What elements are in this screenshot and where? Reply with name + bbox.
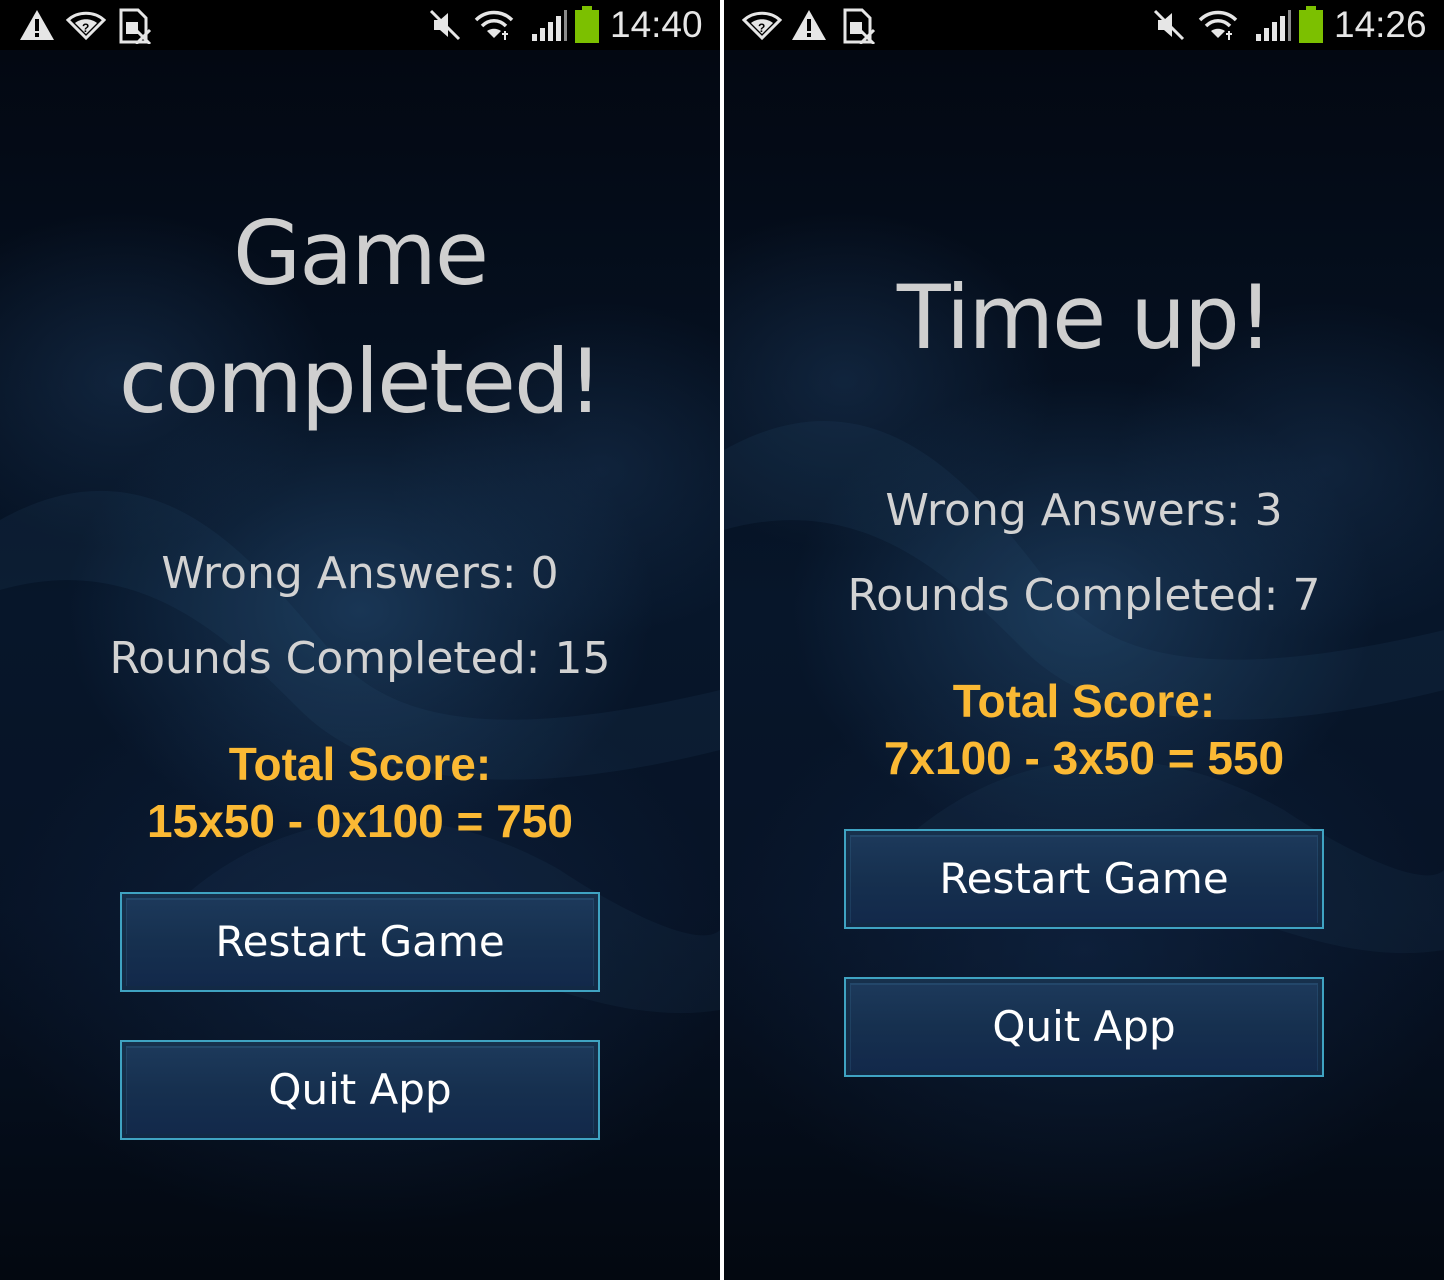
quit-app-button[interactable]: Quit App xyxy=(120,1040,600,1140)
signal-icon xyxy=(1256,10,1291,41)
status-bar: ? xyxy=(0,0,720,50)
battery-icon xyxy=(575,6,599,43)
quit-app-button[interactable]: Quit App xyxy=(844,977,1324,1077)
total-score-formula: 7x100 - 3x50 = 550 xyxy=(883,732,1285,784)
restart-game-button[interactable]: Restart Game xyxy=(844,829,1324,929)
warning-icon xyxy=(792,10,826,40)
signal-icon xyxy=(532,10,567,41)
mute-icon xyxy=(1153,9,1185,41)
restart-game-button[interactable]: Restart Game xyxy=(120,892,600,992)
no-sim-icon xyxy=(843,8,876,44)
total-score-formula: 15x50 - 0x100 = 750 xyxy=(147,795,573,847)
game-completed-screen: ? 14:40 Game completed! Wrong Answers: 0… xyxy=(0,0,720,1280)
headline-line-1: Game xyxy=(233,202,489,305)
wifi-question-icon: ? xyxy=(66,11,106,41)
background-streaks xyxy=(724,420,1444,954)
svg-text:?: ? xyxy=(82,21,89,35)
mute-icon xyxy=(429,9,461,41)
time-up-screen: ? 14:26 Time up! Wrong Answers: 3 Rounds… xyxy=(724,0,1444,1280)
status-bar: ? xyxy=(724,0,1444,50)
warning-icon xyxy=(20,10,54,40)
wrong-answers-text: Wrong Answers: 0 xyxy=(161,548,559,599)
rounds-completed-text: Rounds Completed: 15 xyxy=(109,633,611,684)
wifi-icon xyxy=(1198,10,1238,40)
wrong-answers-text: Wrong Answers: 3 xyxy=(885,485,1283,536)
screenshot-pair: ? 14:40 Game completed! Wrong Answers: 0… xyxy=(0,0,1444,1280)
rounds-completed-text: Rounds Completed: 7 xyxy=(847,570,1321,621)
headline-line-2: completed! xyxy=(118,330,603,433)
wifi-icon xyxy=(474,10,514,40)
svg-text:?: ? xyxy=(758,21,765,35)
no-sim-icon xyxy=(119,8,152,44)
status-time: 14:40 xyxy=(610,4,703,45)
total-score-label: Total Score: xyxy=(228,738,492,790)
wifi-question-icon: ? xyxy=(742,11,782,41)
total-score-label: Total Score: xyxy=(952,675,1216,727)
headline-line-1: Time up! xyxy=(896,266,1273,369)
battery-icon xyxy=(1299,6,1323,43)
status-time: 14:26 xyxy=(1334,4,1427,45)
